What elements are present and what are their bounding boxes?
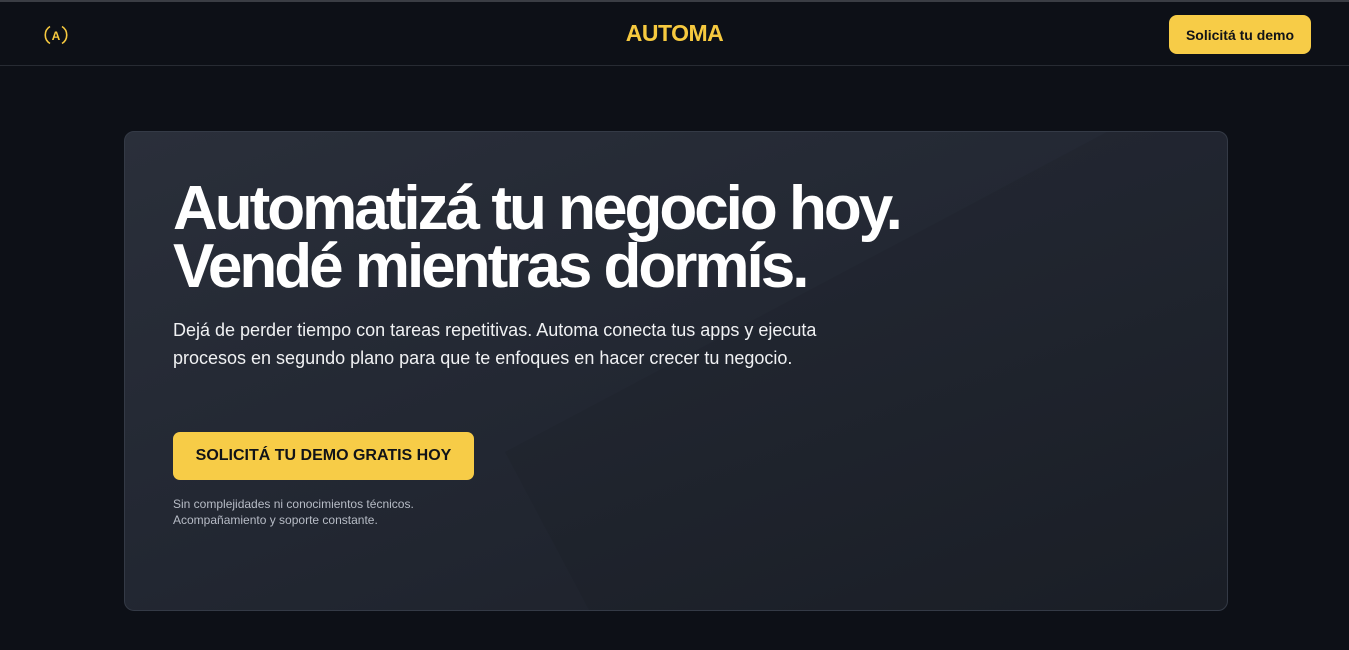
hero-card: Automatizá tu negocio hoy. Vendé mientra…: [124, 131, 1228, 611]
brand-name[interactable]: AUTOMA: [0, 20, 1349, 47]
headline-line-2: Vendé mientras dormís.: [173, 232, 809, 301]
free-demo-cta-button[interactable]: SOLICITÁ TU DEMO GRATIS HOY: [173, 432, 474, 480]
site-header: A AUTOMA Solicitá tu demo: [0, 2, 1349, 66]
hero-headline: Automatizá tu negocio hoy. Vendé mientra…: [173, 174, 903, 301]
headline-line-1: Automatizá tu negocio hoy.: [173, 174, 903, 243]
request-demo-button[interactable]: Solicitá tu demo: [1169, 15, 1311, 54]
hero-note: Sin complejidades ni conocimientos técni…: [173, 496, 414, 528]
note-line-2: Acompañamiento y soporte constante.: [173, 513, 378, 527]
hero-description: Dejá de perder tiempo con tareas repetit…: [173, 320, 817, 368]
note-line-1: Sin complejidades ni conocimientos técni…: [173, 497, 414, 511]
